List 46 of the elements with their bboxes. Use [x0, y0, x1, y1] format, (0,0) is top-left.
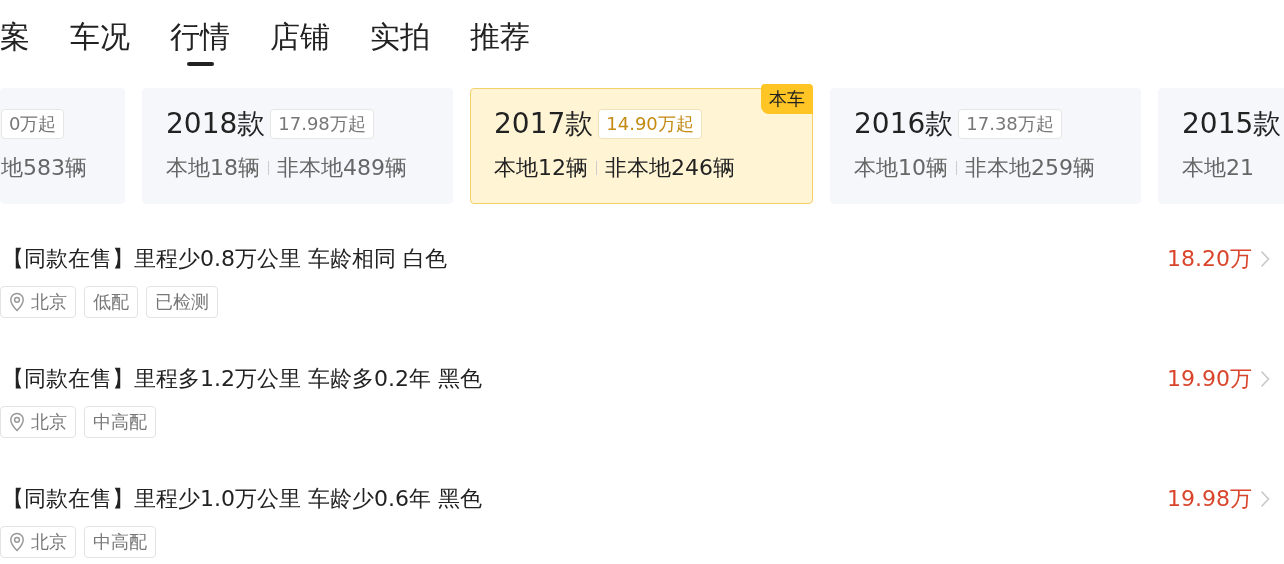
- tab[interactable]: 推荐: [470, 16, 530, 66]
- local-count: 地583辆: [1, 154, 87, 182]
- model-card[interactable]: 0万起 地583辆: [0, 88, 125, 204]
- local-count: 本地10辆: [854, 154, 948, 182]
- price-tag: 0万起: [1, 109, 65, 139]
- feature-tag: 已检测: [146, 286, 218, 318]
- location-pin-icon: [9, 412, 25, 432]
- listing-title[interactable]: 【同款在售】里程多1.2万公里 车龄多0.2年 黑色: [0, 364, 1167, 394]
- tab[interactable]: 店铺: [270, 16, 330, 66]
- location-tag: 北京: [0, 286, 76, 318]
- location-pin-icon: [9, 292, 25, 312]
- location-tag: 北京: [0, 406, 76, 438]
- price-tag: 17.98万起: [270, 109, 374, 139]
- model-card[interactable]: 2015款 本地21: [1158, 88, 1284, 204]
- location-tag: 北京: [0, 526, 76, 558]
- listing-title[interactable]: 【同款在售】里程少0.8万公里 车龄相同 白色: [0, 244, 1167, 274]
- chevron-right-icon[interactable]: [1260, 250, 1270, 268]
- tab[interactable]: 实拍: [370, 16, 430, 66]
- price-tag: 14.90万起: [598, 109, 702, 139]
- tab[interactable]: 车况: [70, 16, 130, 66]
- model-year: 2017款: [494, 106, 594, 142]
- tab[interactable]: 行情: [170, 16, 230, 66]
- feature-tag: 中高配: [84, 406, 156, 438]
- model-year: 2015款: [1182, 106, 1282, 142]
- location-pin-icon: [9, 532, 25, 552]
- feature-tag: 低配: [84, 286, 138, 318]
- nonlocal-count: 非本地489辆: [277, 154, 407, 182]
- chevron-right-icon[interactable]: [1260, 490, 1270, 508]
- tab[interactable]: 案: [0, 16, 30, 66]
- model-year: 2016款: [854, 106, 954, 142]
- local-count: 本地12辆: [494, 154, 588, 182]
- listing-price: 18.20万: [1167, 245, 1252, 273]
- local-count: 本地18辆: [166, 154, 260, 182]
- listing-price: 19.98万: [1167, 485, 1252, 513]
- model-year: 2018款: [166, 106, 266, 142]
- chevron-right-icon[interactable]: [1260, 370, 1270, 388]
- nonlocal-count: 非本地259辆: [965, 154, 1095, 182]
- listing-price: 19.90万: [1167, 365, 1252, 393]
- feature-tag: 中高配: [84, 526, 156, 558]
- listing-title[interactable]: 【同款在售】里程少1.0万公里 车龄少0.6年 黑色: [0, 484, 1167, 514]
- price-tag: 17.38万起: [958, 109, 1062, 139]
- nonlocal-count: 非本地246辆: [605, 154, 735, 182]
- model-card[interactable]: 2018款 17.98万起 本地18辆 非本地489辆: [142, 88, 453, 204]
- local-count: 本地21: [1182, 154, 1254, 182]
- current-car-badge: 本车: [761, 84, 813, 114]
- model-card[interactable]: 2016款 17.38万起 本地10辆 非本地259辆: [830, 88, 1141, 204]
